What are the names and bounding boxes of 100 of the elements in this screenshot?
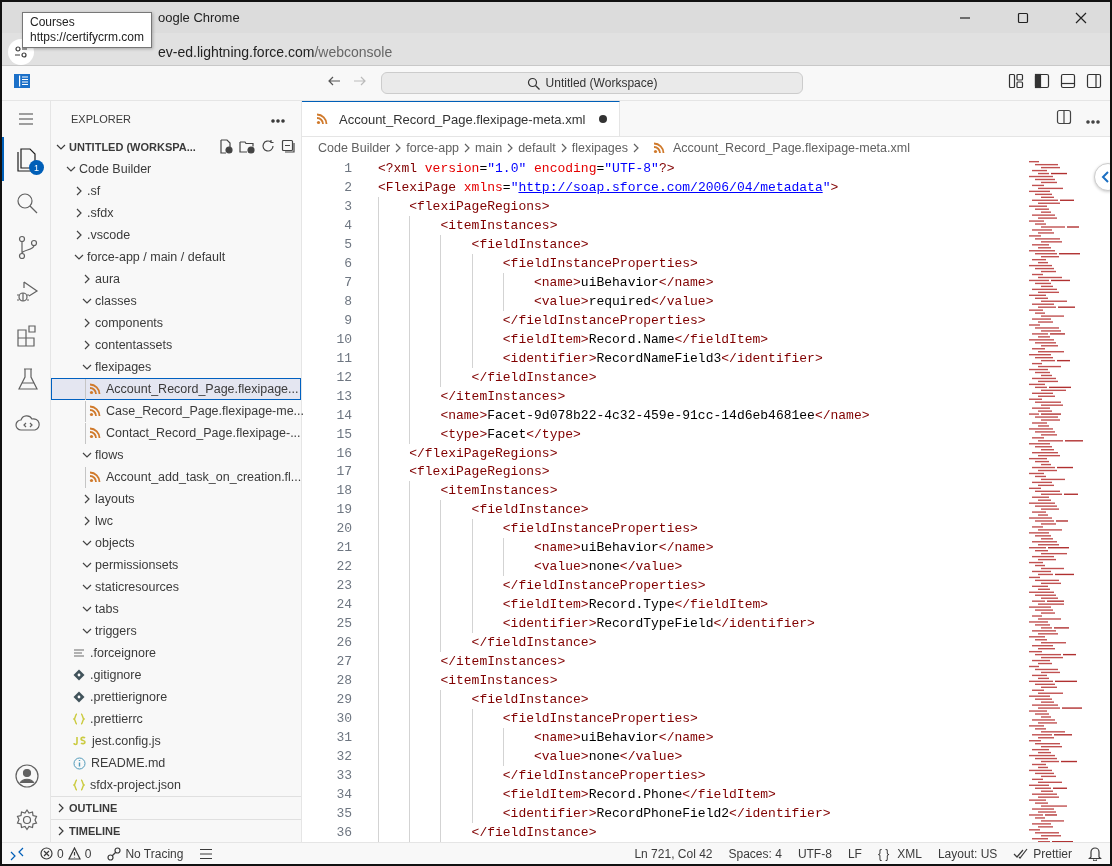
tree-row[interactable]: layouts [51,488,301,510]
status-item[interactable]: Ln 721, Col 42 [626,846,721,861]
ellipsis-icon [1086,119,1100,124]
secondary-sidebar-icon [1086,73,1102,89]
line-number: 22 [335,559,352,575]
line-number: 25 [335,616,352,632]
status-item[interactable]: XML [889,846,930,861]
breadcrumb-item[interactable]: Code Builder [318,141,391,155]
line-number: 7 [343,274,352,290]
line-number: 20 [335,521,352,537]
tree-row[interactable]: Contact_Record_Page.flexipage-... [51,422,301,444]
tree-item-label: jest.config.js [92,734,161,748]
tree-row[interactable]: sfdx-project.json [51,774,301,796]
code-text: </fieldInstance> [471,824,597,840]
line-number: 17 [335,464,352,480]
count-badge: 1 [29,160,44,175]
tree-row[interactable]: aura [51,268,301,290]
tree-row[interactable]: permissionsets [51,554,301,576]
breadcrumb-item[interactable]: force-app [406,141,460,155]
tree-row[interactable]: lwc [51,510,301,532]
chevron-down-icon [82,362,92,372]
chevron-right-icon [82,274,92,284]
warning-icon [67,847,81,860]
tree-item-label: lwc [95,514,114,528]
tree-row[interactable]: force-app / main / default [51,246,301,268]
tree-row[interactable]: .sfdx [51,202,301,224]
tree-item-label: README.md [91,756,166,770]
line-number: 15 [335,426,352,442]
code-text: <fieldItem>Record.Type</fieldItem> [502,597,769,613]
line-number: 13 [335,388,352,404]
code-text: </fieldInstanceProperties> [502,312,706,328]
chevron-down-icon [82,296,92,306]
tree-row[interactable]: Account_Record_Page.flexipage... [51,378,301,400]
collapse-all-button[interactable] [281,138,295,156]
code-text: </fieldInstanceProperties> [502,578,706,594]
status-item[interactable]: UTF-8 [789,846,840,861]
tree-row[interactable]: README.md [51,752,301,774]
code-text: <fieldInstance> [471,692,589,708]
refresh-icon [261,138,275,153]
tree-row[interactable]: Account_add_task_on_creation.fl... [51,466,301,488]
breadcrumb-item[interactable]: main [475,141,503,155]
logo-icon [14,73,30,89]
code-text: </fieldInstance> [471,635,597,651]
tree-row[interactable]: .prettierrc [51,708,301,730]
chevron-down-icon [66,164,76,174]
code-text: <value>none</value> [534,748,683,764]
tree-row[interactable]: triggers [51,620,301,642]
line-number: 36 [335,824,352,840]
tree-row[interactable]: .sf [51,180,301,202]
problems-button[interactable]: 0 0 [32,846,100,861]
breadcrumb-item[interactable]: default [518,141,556,155]
tree-item-label: Contact_Record_Page.flexipage-... [106,426,301,440]
line-number: 5 [343,236,352,252]
code-text: <fieldInstanceProperties> [502,711,698,726]
code-text: <name>uiBehavior</name> [534,274,714,290]
status-item[interactable]: LF [839,846,870,861]
status-item[interactable]: Layout: US [929,846,1006,861]
prettier-button[interactable]: Prettier [1005,846,1080,861]
line-number: 16 [335,445,352,461]
link[interactable]: http://soap.sforce.com/2006/04/metadata [518,179,823,195]
tree-row[interactable]: flexipages [51,356,301,378]
line-number: 24 [335,597,352,613]
tree-row[interactable]: .gitignore [51,664,301,686]
tree-row[interactable]: tabs [51,598,301,620]
url-text[interactable]: ev-ed.lightning.force.com/webconsole [158,44,393,60]
command-center[interactable]: Untitled (Workspace) [381,72,803,94]
line-number: 34 [335,786,352,802]
tree-row[interactable]: .vscode [51,224,301,246]
new-folder-button[interactable] [239,138,255,156]
chevron-right-icon [74,208,84,218]
tree-row[interactable]: objects [51,532,301,554]
window-title: oogle Chrome [158,10,241,25]
arrow-right-icon [353,74,367,88]
breadcrumb-item[interactable]: Account_Record_Page.flexipage-meta.xml [673,141,910,155]
tree-item-label: .forceignore [90,646,156,660]
code-text: </itemInstances> [440,654,566,670]
tree-row[interactable]: jest.config.js [51,730,301,752]
tree-row[interactable]: contentassets [51,334,301,356]
editor-tab[interactable]: Account_Record_Page.flexipage-meta.xml [302,101,621,136]
tree-item-label: .vscode [87,228,131,242]
chevron-down-icon [82,450,92,460]
tree-row[interactable]: .forceignore [51,642,301,664]
tree-row[interactable]: classes [51,290,301,312]
tree-row[interactable]: Code Builder [51,158,301,180]
chevron-down-icon [82,604,92,614]
line-number: 10 [335,331,352,347]
line-number: 11 [335,350,352,366]
tree-row[interactable]: staticresources [51,576,301,598]
status-item[interactable]: Spaces: 4 [720,846,790,861]
breadcrumb-item[interactable]: flexipages [571,141,628,155]
new-file-button[interactable] [218,138,233,156]
search-icon [526,76,540,90]
tree-row[interactable]: flows [51,444,301,466]
tree-row[interactable]: .prettierignore [51,686,301,708]
workspace-title[interactable]: UNTITLED (WORKSPA... [69,141,196,153]
section-header[interactable]: OUTLINE [51,796,301,819]
line-number: 33 [335,768,352,783]
tree-row[interactable]: components [51,312,301,334]
tree-item-label: sfdx-project.json [90,778,181,792]
tracing-button[interactable]: No Tracing [99,846,192,861]
